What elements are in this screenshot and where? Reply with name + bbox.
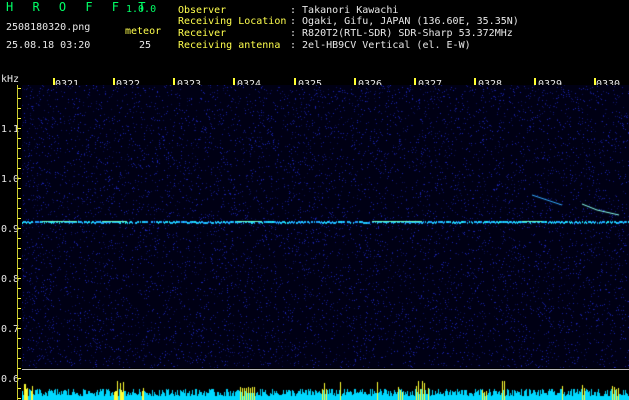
y-tick-mark	[18, 398, 21, 399]
y-tick-mark	[18, 328, 21, 329]
info-receiver-label: Receiver	[178, 28, 227, 39]
y-tick-mark	[18, 288, 21, 289]
y-tick-mark	[18, 98, 21, 99]
info-location-value: : Ogaki, Gifu, JAPAN (136.60E, 35.35N)	[290, 16, 519, 27]
y-tick-mark	[18, 298, 21, 299]
spectrogram-plot	[22, 85, 629, 368]
y-tick-mark	[18, 268, 21, 269]
meteor-label: meteor	[125, 26, 162, 37]
y-tick-mark	[18, 388, 21, 389]
y-tick-mark	[18, 198, 21, 199]
capture-datetime: 25.08.18 03:20	[6, 40, 91, 51]
y-tick-mark	[18, 378, 21, 379]
y-tick-mark	[18, 238, 21, 239]
y-tick-mark	[18, 248, 21, 249]
signal-level-strip	[22, 372, 629, 400]
y-tick-mark	[18, 168, 21, 169]
app-version: 1.0.0	[126, 4, 157, 15]
y-tick-mark	[18, 188, 21, 189]
y-tick-mark	[18, 348, 21, 349]
y-tick-mark	[18, 108, 21, 109]
info-observer-value: : Takanori Kawachi	[290, 5, 399, 16]
meteor-count: 25	[139, 40, 152, 51]
info-antenna-label: Receiving antenna	[178, 40, 281, 51]
y-tick-mark	[18, 318, 21, 319]
y-tick-mark	[18, 258, 21, 259]
y-tick-mark	[18, 158, 21, 159]
y-tick-mark	[18, 118, 21, 119]
info-observer-label: Observer	[178, 5, 227, 16]
info-antenna-value: : 2el-HB9CV Vertical (el. E-W)	[290, 40, 471, 51]
y-tick-mark	[18, 148, 21, 149]
info-location-label: Receiving Location	[178, 16, 287, 27]
image-filename: 2508180320.png	[6, 22, 91, 33]
y-tick-mark	[18, 88, 21, 89]
y-tick-mark	[18, 208, 21, 209]
separator-line	[22, 369, 629, 370]
y-axis-unit: kHz	[1, 74, 20, 85]
y-tick-mark	[18, 308, 21, 309]
y-tick-mark	[18, 138, 21, 139]
y-axis-line	[17, 85, 18, 400]
y-tick-mark	[18, 228, 21, 229]
y-tick-mark	[18, 128, 21, 129]
y-tick-mark	[18, 358, 21, 359]
y-tick-mark	[18, 278, 21, 279]
y-tick-mark	[18, 338, 21, 339]
y-tick-mark	[18, 368, 21, 369]
info-receiver-value: : R820T2(RTL-SDR) SDR-Sharp 53.372MHz	[290, 28, 513, 39]
y-tick-mark	[18, 178, 21, 179]
y-tick-mark	[18, 218, 21, 219]
